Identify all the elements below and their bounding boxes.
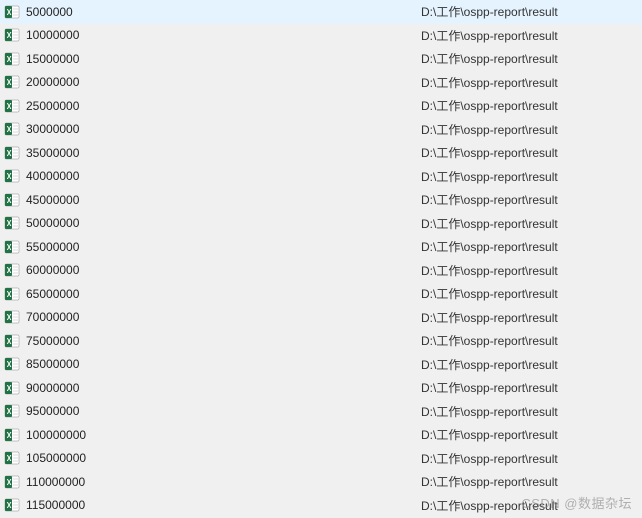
file-row[interactable]: 85000000D:\工作\ospp-report\result xyxy=(0,353,642,377)
file-list: 5000000D:\工作\ospp-report\result 10000000… xyxy=(0,0,642,517)
file-name: 100000000 xyxy=(26,428,421,442)
excel-file-icon xyxy=(4,98,20,114)
excel-file-icon xyxy=(4,474,20,490)
excel-file-icon xyxy=(4,168,20,184)
excel-file-icon xyxy=(4,286,20,302)
file-name: 30000000 xyxy=(26,122,421,136)
file-row[interactable]: 75000000D:\工作\ospp-report\result xyxy=(0,329,642,353)
file-path: D:\工作\ospp-report\result xyxy=(421,168,642,185)
file-row[interactable]: 90000000D:\工作\ospp-report\result xyxy=(0,376,642,400)
file-row[interactable]: 115000000D:\工作\ospp-report\result xyxy=(0,494,642,518)
file-path: D:\工作\ospp-report\result xyxy=(421,262,642,279)
file-path: D:\工作\ospp-report\result xyxy=(421,450,642,467)
file-row[interactable]: 70000000D:\工作\ospp-report\result xyxy=(0,306,642,330)
file-name: 15000000 xyxy=(26,52,421,66)
file-path: D:\工作\ospp-report\result xyxy=(421,27,642,44)
file-path: D:\工作\ospp-report\result xyxy=(421,3,642,20)
file-path: D:\工作\ospp-report\result xyxy=(421,403,642,420)
excel-file-icon xyxy=(4,356,20,372)
file-row[interactable]: 55000000D:\工作\ospp-report\result xyxy=(0,235,642,259)
file-name: 40000000 xyxy=(26,169,421,183)
file-name: 105000000 xyxy=(26,451,421,465)
file-row[interactable]: 30000000D:\工作\ospp-report\result xyxy=(0,118,642,142)
file-path: D:\工作\ospp-report\result xyxy=(421,215,642,232)
excel-file-icon xyxy=(4,145,20,161)
file-path: D:\工作\ospp-report\result xyxy=(421,379,642,396)
file-path: D:\工作\ospp-report\result xyxy=(421,356,642,373)
file-row[interactable]: 105000000D:\工作\ospp-report\result xyxy=(0,447,642,471)
excel-file-icon xyxy=(4,27,20,43)
file-name: 70000000 xyxy=(26,310,421,324)
file-name: 10000000 xyxy=(26,28,421,42)
file-name: 20000000 xyxy=(26,75,421,89)
file-name: 25000000 xyxy=(26,99,421,113)
file-path: D:\工作\ospp-report\result xyxy=(421,238,642,255)
file-row[interactable]: 100000000D:\工作\ospp-report\result xyxy=(0,423,642,447)
excel-file-icon xyxy=(4,74,20,90)
excel-file-icon xyxy=(4,51,20,67)
file-row[interactable]: 65000000D:\工作\ospp-report\result xyxy=(0,282,642,306)
file-row[interactable]: 10000000D:\工作\ospp-report\result xyxy=(0,24,642,48)
file-name: 110000000 xyxy=(26,475,421,489)
file-name: 90000000 xyxy=(26,381,421,395)
excel-file-icon xyxy=(4,497,20,513)
file-row[interactable]: 25000000D:\工作\ospp-report\result xyxy=(0,94,642,118)
file-path: D:\工作\ospp-report\result xyxy=(421,473,642,490)
file-name: 75000000 xyxy=(26,334,421,348)
file-path: D:\工作\ospp-report\result xyxy=(421,285,642,302)
file-path: D:\工作\ospp-report\result xyxy=(421,426,642,443)
file-name: 115000000 xyxy=(26,498,421,512)
file-name: 55000000 xyxy=(26,240,421,254)
excel-file-icon xyxy=(4,333,20,349)
excel-file-icon xyxy=(4,380,20,396)
excel-file-icon xyxy=(4,450,20,466)
excel-file-icon xyxy=(4,215,20,231)
file-row[interactable]: 5000000D:\工作\ospp-report\result xyxy=(0,0,642,24)
file-name: 65000000 xyxy=(26,287,421,301)
file-path: D:\工作\ospp-report\result xyxy=(421,97,642,114)
file-name: 5000000 xyxy=(26,5,421,19)
file-row[interactable]: 35000000D:\工作\ospp-report\result xyxy=(0,141,642,165)
file-row[interactable]: 95000000D:\工作\ospp-report\result xyxy=(0,400,642,424)
excel-file-icon xyxy=(4,192,20,208)
file-row[interactable]: 20000000D:\工作\ospp-report\result xyxy=(0,71,642,95)
file-row[interactable]: 50000000D:\工作\ospp-report\result xyxy=(0,212,642,236)
excel-file-icon xyxy=(4,121,20,137)
excel-file-icon xyxy=(4,403,20,419)
file-name: 85000000 xyxy=(26,357,421,371)
file-path: D:\工作\ospp-report\result xyxy=(421,50,642,67)
file-row[interactable]: 110000000D:\工作\ospp-report\result xyxy=(0,470,642,494)
file-name: 45000000 xyxy=(26,193,421,207)
file-name: 60000000 xyxy=(26,263,421,277)
excel-file-icon xyxy=(4,262,20,278)
excel-file-icon xyxy=(4,4,20,20)
excel-file-icon xyxy=(4,427,20,443)
file-path: D:\工作\ospp-report\result xyxy=(421,497,642,514)
file-row[interactable]: 45000000D:\工作\ospp-report\result xyxy=(0,188,642,212)
excel-file-icon xyxy=(4,309,20,325)
file-name: 50000000 xyxy=(26,216,421,230)
file-name: 35000000 xyxy=(26,146,421,160)
file-path: D:\工作\ospp-report\result xyxy=(421,74,642,91)
file-row[interactable]: 60000000D:\工作\ospp-report\result xyxy=(0,259,642,283)
file-path: D:\工作\ospp-report\result xyxy=(421,191,642,208)
file-path: D:\工作\ospp-report\result xyxy=(421,309,642,326)
excel-file-icon xyxy=(4,239,20,255)
file-path: D:\工作\ospp-report\result xyxy=(421,332,642,349)
file-row[interactable]: 40000000D:\工作\ospp-report\result xyxy=(0,165,642,189)
file-path: D:\工作\ospp-report\result xyxy=(421,121,642,138)
file-path: D:\工作\ospp-report\result xyxy=(421,144,642,161)
file-name: 95000000 xyxy=(26,404,421,418)
file-row[interactable]: 15000000D:\工作\ospp-report\result xyxy=(0,47,642,71)
